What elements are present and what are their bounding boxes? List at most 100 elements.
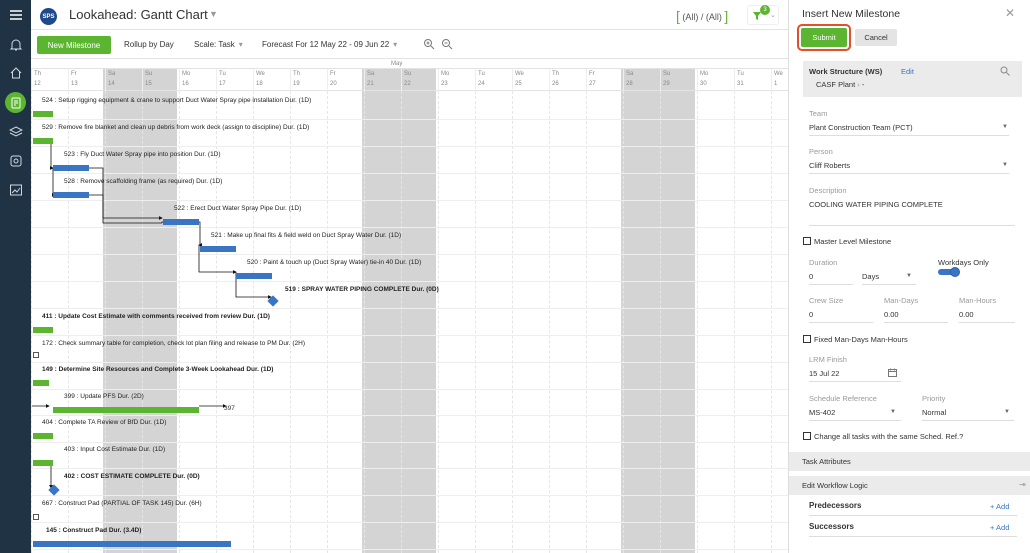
crew-size-label: Crew Size bbox=[809, 296, 844, 305]
left-nav-rail bbox=[0, 0, 31, 553]
menu-icon[interactable] bbox=[7, 6, 24, 23]
app-logo: SPS bbox=[40, 8, 57, 25]
filter-button[interactable]: 3 ⌄ bbox=[747, 5, 779, 25]
field-underline bbox=[809, 322, 873, 323]
field-underline bbox=[884, 322, 948, 323]
lrm-finish-input[interactable]: 15 Jul 22 bbox=[809, 369, 839, 378]
dependency-link bbox=[161, 221, 203, 247]
rollup-label: Rollup by Day bbox=[124, 40, 174, 49]
task-bar[interactable] bbox=[33, 327, 53, 333]
task-bar[interactable] bbox=[53, 192, 89, 198]
cancel-button[interactable]: Cancel bbox=[855, 29, 897, 46]
field-underline bbox=[809, 135, 1009, 136]
dependency-link bbox=[51, 168, 56, 197]
predecessors-label: Predecessors bbox=[809, 501, 862, 510]
change-all-checkbox[interactable] bbox=[803, 432, 811, 440]
divider bbox=[809, 536, 1017, 537]
scale-dropdown[interactable]: Scale: Task ▾ bbox=[194, 40, 243, 49]
panel-title: Insert New Milestone bbox=[802, 8, 901, 20]
task-marker[interactable] bbox=[33, 352, 39, 358]
scale-label: Scale: Task bbox=[194, 40, 235, 49]
task-attributes-section[interactable]: Task Attributes bbox=[789, 452, 1030, 471]
dependency-link bbox=[89, 194, 162, 224]
task-bar[interactable] bbox=[33, 541, 231, 547]
page-title[interactable]: Lookahead: Gantt Chart bbox=[69, 7, 208, 22]
gantt-chart: May Th 12 Fr 13 Sa 14 Su 15 Mo 16 Tu 17 We 18 Th 19 Fr 20… bbox=[31, 58, 788, 553]
chevron-down-icon[interactable]: ▼ bbox=[209, 9, 218, 19]
work-structure-box: Work Structure (WS) Edit CASF Plant › - bbox=[803, 61, 1022, 97]
fixed-mandays-checkbox[interactable] bbox=[803, 335, 811, 343]
task-bar[interactable] bbox=[33, 433, 53, 439]
task-bar[interactable] bbox=[200, 246, 236, 252]
clipboard-icon[interactable] bbox=[7, 152, 24, 169]
new-milestone-button[interactable]: New Milestone bbox=[37, 36, 111, 54]
schedule-icon[interactable] bbox=[5, 92, 26, 113]
field-underline bbox=[809, 173, 1009, 174]
person-select[interactable]: Cliff Roberts bbox=[809, 161, 850, 170]
task-bar[interactable] bbox=[33, 138, 53, 144]
team-select[interactable]: Plant Construction Team (PCT) bbox=[809, 123, 913, 132]
description-label: Description bbox=[809, 186, 847, 195]
duration-input[interactable]: 0 bbox=[809, 272, 813, 281]
bell-icon[interactable] bbox=[7, 36, 24, 53]
add-predecessor-link[interactable]: + Add bbox=[990, 502, 1009, 511]
schedule-ref-select[interactable]: MS-402 bbox=[809, 408, 835, 417]
insert-milestone-panel: Insert New Milestone ✕ Submit Cancel Wor… bbox=[788, 0, 1030, 553]
collapse-icon[interactable]: ⇥ bbox=[1019, 480, 1026, 489]
filter-badge: 3 bbox=[760, 5, 770, 15]
chevron-right-icon: › bbox=[857, 80, 860, 89]
field-underline bbox=[809, 225, 1015, 226]
ws-value: CASF Plant › - bbox=[816, 80, 864, 89]
task-bar[interactable] bbox=[33, 380, 49, 386]
ws-value-text: CASF Plant bbox=[816, 80, 856, 89]
close-icon[interactable]: ✕ bbox=[1005, 6, 1015, 20]
lrm-finish-label: LRM Finish bbox=[809, 355, 847, 364]
calendar-icon[interactable] bbox=[888, 368, 897, 377]
task-bar[interactable] bbox=[33, 460, 53, 466]
field-underline bbox=[862, 284, 916, 285]
chevron-down-icon: ▾ bbox=[393, 40, 398, 49]
master-level-label: Master Level Milestone bbox=[814, 237, 892, 246]
task-bar[interactable] bbox=[163, 219, 199, 225]
caret-down-icon[interactable]: ▼ bbox=[906, 273, 912, 279]
caret-down-icon[interactable]: ▼ bbox=[1004, 409, 1010, 415]
task-bar[interactable] bbox=[53, 165, 89, 171]
task-bar[interactable] bbox=[33, 111, 53, 117]
caret-down-icon[interactable]: ▼ bbox=[1002, 162, 1008, 168]
priority-label: Priority bbox=[922, 394, 946, 403]
ws-edit-link[interactable]: Edit bbox=[901, 67, 914, 76]
ws-suffix: - bbox=[861, 80, 865, 89]
man-days-input[interactable]: 0.00 bbox=[884, 310, 899, 319]
task-bar[interactable] bbox=[236, 273, 272, 279]
layers-icon[interactable] bbox=[7, 123, 24, 140]
filter-selector[interactable]: [ (All) / (All) ] bbox=[676, 7, 728, 24]
field-underline bbox=[809, 420, 901, 421]
search-icon[interactable] bbox=[1000, 66, 1010, 76]
duration-unit-select[interactable]: Days bbox=[862, 272, 879, 281]
home-icon[interactable] bbox=[7, 64, 24, 81]
chart-icon[interactable] bbox=[7, 181, 24, 198]
caret-down-icon[interactable]: ▼ bbox=[1002, 124, 1008, 130]
add-successor-link[interactable]: + Add bbox=[990, 523, 1009, 532]
zoom-out-icon[interactable] bbox=[441, 38, 453, 50]
forecast-dropdown[interactable]: Forecast For 12 May 22 - 09 Jun 22 ▾ bbox=[262, 40, 397, 49]
field-underline bbox=[809, 381, 901, 382]
filter-text: (All) / (All) bbox=[682, 12, 722, 22]
priority-select[interactable]: Normal bbox=[922, 408, 946, 417]
dependency-links: 397 bbox=[32, 138, 272, 489]
caret-down-icon[interactable]: ▼ bbox=[890, 409, 896, 415]
ws-label: Work Structure (WS) bbox=[809, 67, 883, 76]
task-marker[interactable] bbox=[33, 514, 39, 520]
edit-workflow-section[interactable]: Edit Workflow Logic ⇥ bbox=[789, 476, 1030, 495]
chevron-down-icon: ▾ bbox=[238, 40, 243, 49]
master-level-checkbox[interactable] bbox=[803, 237, 811, 245]
man-hours-input[interactable]: 0.00 bbox=[959, 310, 974, 319]
crew-size-input[interactable]: 0 bbox=[809, 310, 813, 319]
toggle-knob[interactable] bbox=[950, 267, 960, 277]
submit-button[interactable]: Submit bbox=[801, 28, 847, 47]
description-field[interactable]: COOLING WATER PIPING COMPLETE bbox=[809, 200, 943, 209]
rollup-dropdown[interactable]: Rollup by Day bbox=[124, 40, 174, 49]
task-bar[interactable] bbox=[53, 407, 199, 413]
duration-label: Duration bbox=[809, 258, 838, 267]
zoom-in-icon[interactable] bbox=[423, 38, 435, 50]
